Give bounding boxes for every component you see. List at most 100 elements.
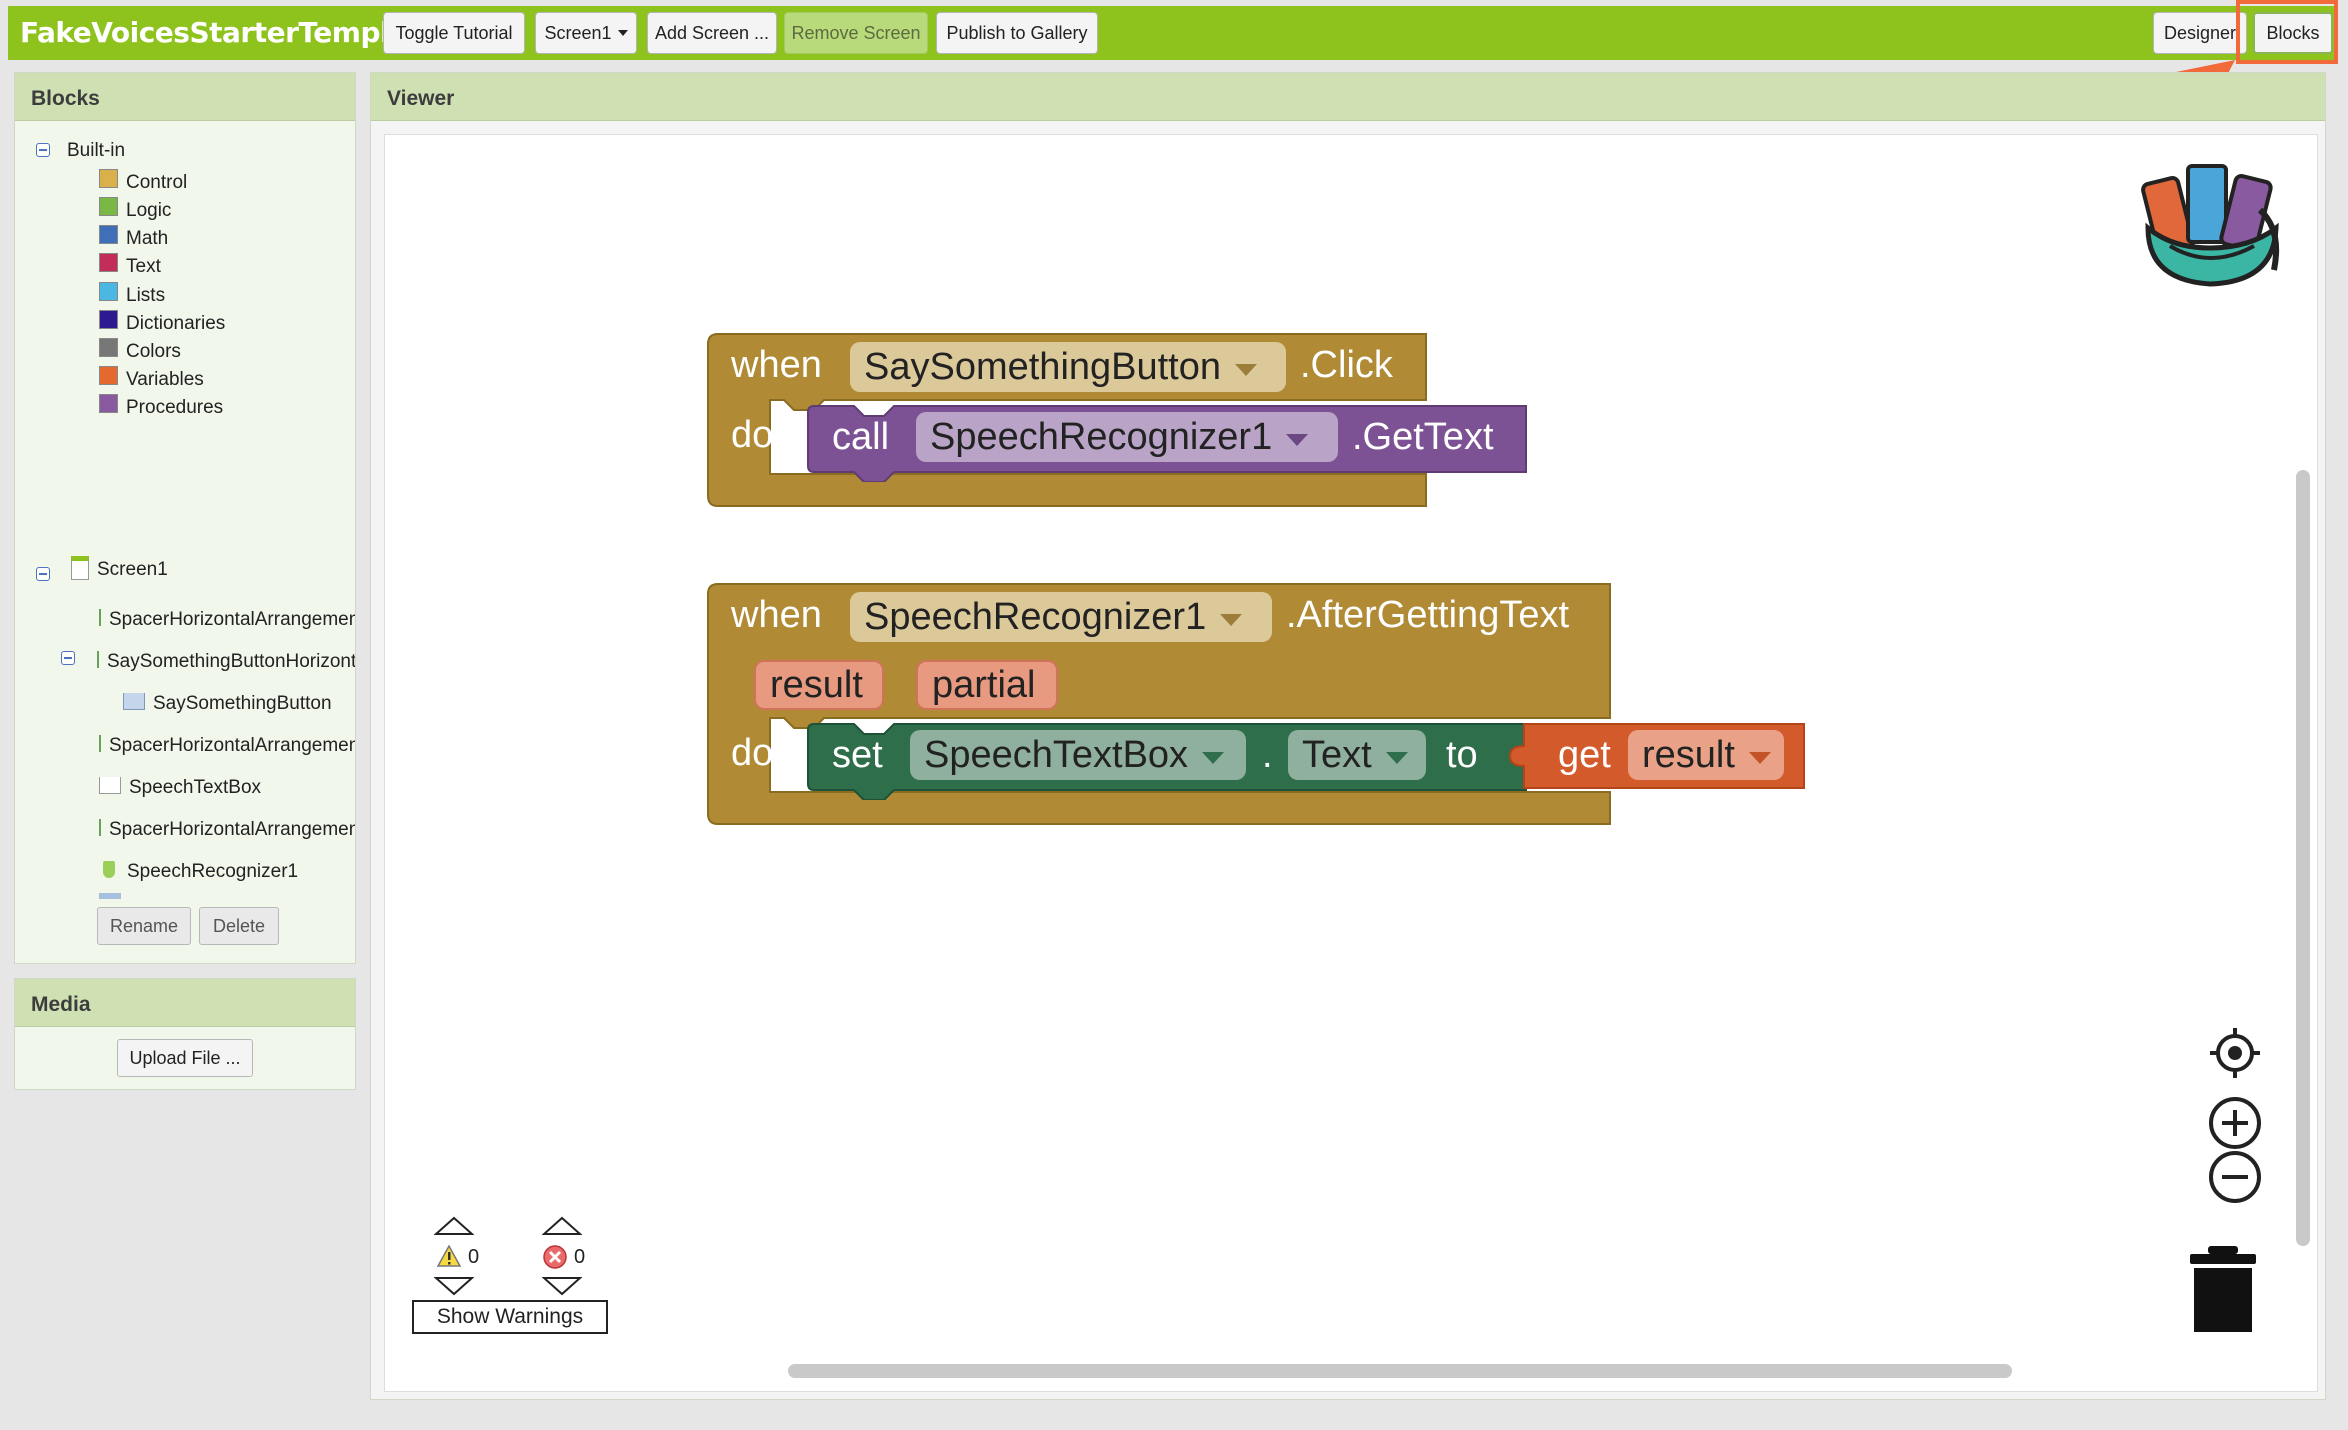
blocks-panel: Blocks Built-in Control Logic Math Text List… bbox=[14, 72, 356, 964]
component-item[interactable]: SaySomethingButton bbox=[123, 693, 355, 715]
screen-icon bbox=[71, 556, 89, 580]
drawer-label: Lists bbox=[126, 285, 166, 306]
block1-component-label: SaySomethingButton bbox=[864, 345, 1222, 388]
errors-count: 0 bbox=[574, 1246, 586, 1268]
screen-select-label: Screen1 bbox=[544, 22, 612, 43]
media-panel-title: Media bbox=[15, 979, 355, 1027]
arrangement-icon bbox=[99, 735, 101, 752]
block1-event-label: .Click bbox=[1300, 344, 1393, 386]
drawer-dictionaries[interactable]: Dictionaries bbox=[99, 309, 226, 335]
drawer-text[interactable]: Text bbox=[99, 252, 161, 278]
drawer-procedures[interactable]: Procedures bbox=[99, 393, 223, 419]
drawer-math[interactable]: Math bbox=[99, 224, 169, 250]
trash-icon[interactable] bbox=[2188, 1244, 2258, 1334]
block2-event-label: .AfterGettingText bbox=[1286, 594, 1570, 636]
chevron-down-icon bbox=[1748, 752, 1771, 764]
chevron-down-icon bbox=[1220, 614, 1243, 626]
drawer-control[interactable]: Control bbox=[99, 168, 188, 194]
block1-component-dropdown[interactable]: SaySomethingButton bbox=[850, 342, 1286, 392]
component-label: SpacerHorizontalArrangement2 bbox=[109, 735, 355, 756]
collapse-screen1-toggle[interactable] bbox=[36, 567, 50, 581]
drawer-colors[interactable]: Colors bbox=[99, 337, 181, 363]
drawer-color-swatch bbox=[99, 168, 118, 188]
block1-call-label: call bbox=[832, 416, 890, 458]
chevron-down-icon bbox=[1286, 434, 1309, 446]
param-partial[interactable]: partial bbox=[916, 660, 1058, 710]
show-warnings-button[interactable]: Show Warnings bbox=[412, 1300, 608, 1334]
block2-get-var-dropdown[interactable]: result bbox=[1628, 730, 1784, 780]
param-result[interactable]: result bbox=[754, 660, 884, 710]
blocks-panel-title: Blocks bbox=[15, 73, 355, 121]
component-item[interactable]: SpacerHorizontalArrangement1 bbox=[99, 609, 355, 631]
vertical-scrollbar[interactable] bbox=[2296, 470, 2310, 1246]
drawer-label: Variables bbox=[126, 369, 204, 390]
component-label: SpacerHorizontalArrangement3 bbox=[109, 819, 355, 840]
drawer-color-swatch bbox=[99, 252, 118, 272]
arrangement-icon bbox=[99, 609, 101, 626]
block2-set-component-dropdown[interactable]: SpeechTextBox bbox=[910, 730, 1246, 780]
drawer-color-swatch bbox=[99, 196, 118, 216]
drawer-color-swatch bbox=[99, 224, 118, 244]
component-item[interactable]: SpacerHorizontalArrangement2 bbox=[99, 735, 355, 757]
drawer-label: Logic bbox=[126, 200, 172, 221]
component-item[interactable]: SpeechTextBox bbox=[99, 777, 355, 799]
tree-screen1[interactable]: Screen1 bbox=[71, 556, 168, 582]
drawer-label: Dictionaries bbox=[126, 313, 226, 334]
upload-file-button[interactable]: Upload File ... bbox=[117, 1039, 253, 1077]
block1-method-label: .GetText bbox=[1352, 416, 1494, 458]
drawer-label: Math bbox=[126, 228, 169, 249]
prev-warning-arrow-icon[interactable] bbox=[434, 1216, 474, 1236]
drawer-color-swatch bbox=[99, 281, 118, 301]
block1-call-component-dropdown[interactable]: SpeechRecognizer1 bbox=[916, 412, 1338, 462]
zoom-in-icon[interactable] bbox=[2208, 1096, 2262, 1150]
drawer-color-swatch bbox=[99, 309, 118, 329]
drawer-color-swatch bbox=[99, 365, 118, 385]
remove-screen-button[interactable]: Remove Screen bbox=[784, 12, 928, 54]
collapse-arrangement-toggle[interactable] bbox=[61, 651, 75, 665]
component-label: SpeechTextBox bbox=[129, 777, 262, 798]
block2-to-label: to bbox=[1446, 734, 1478, 776]
block2-when-label: when bbox=[731, 594, 822, 636]
horizontal-scrollbar[interactable] bbox=[788, 1364, 2012, 1378]
toggle-tutorial-button[interactable]: Toggle Tutorial bbox=[383, 12, 525, 54]
component-item[interactable]: SaySomethingButtonHorizontalArrangement bbox=[97, 651, 355, 673]
delete-button[interactable]: Delete bbox=[199, 907, 279, 945]
textbox-icon bbox=[99, 777, 121, 794]
collapse-builtin-toggle[interactable] bbox=[36, 143, 50, 157]
viewer-title: Viewer bbox=[371, 73, 2325, 121]
arrangement-icon bbox=[99, 819, 101, 836]
component-label: SaySomethingButton bbox=[153, 693, 332, 714]
drawer-logic[interactable]: Logic bbox=[99, 196, 172, 222]
chevron-down-icon bbox=[1385, 752, 1408, 764]
drawer-color-swatch bbox=[99, 393, 118, 413]
block2-get-var-label: result bbox=[1642, 733, 1735, 776]
tree-builtin[interactable]: Built-in bbox=[67, 140, 125, 162]
backpack-icon[interactable] bbox=[2140, 150, 2286, 290]
chevron-down-icon bbox=[1235, 364, 1258, 376]
prev-error-arrow-icon[interactable] bbox=[542, 1216, 582, 1236]
screen-select-dropdown[interactable]: Screen1 bbox=[535, 12, 637, 54]
component-item[interactable]: SpeechRecognizer1 bbox=[99, 861, 355, 883]
microphone-icon bbox=[103, 861, 115, 878]
recenter-icon[interactable] bbox=[2208, 1026, 2262, 1080]
next-warning-arrow-icon[interactable] bbox=[434, 1276, 474, 1296]
partial-tree-icon bbox=[99, 893, 121, 899]
block2-property-dropdown[interactable]: Text bbox=[1288, 730, 1426, 780]
drawer-color-swatch bbox=[99, 337, 118, 357]
button-icon bbox=[123, 693, 145, 710]
publish-to-gallery-button[interactable]: Publish to Gallery bbox=[936, 12, 1098, 54]
zoom-out-icon[interactable] bbox=[2208, 1150, 2262, 1204]
designer-button[interactable]: Designer bbox=[2153, 12, 2247, 54]
component-item[interactable]: SpacerHorizontalArrangement3 bbox=[99, 819, 355, 841]
drawer-label: Control bbox=[126, 172, 188, 193]
add-screen-button[interactable]: Add Screen ... bbox=[647, 12, 777, 54]
app-title: FakeVoicesStarterTemplate bbox=[20, 16, 439, 49]
block2-get-label: get bbox=[1558, 734, 1611, 776]
drawer-lists[interactable]: Lists bbox=[99, 281, 166, 307]
chevron-down-icon bbox=[1202, 752, 1225, 764]
drawer-variables[interactable]: Variables bbox=[99, 365, 204, 391]
rename-button[interactable]: Rename bbox=[97, 907, 191, 945]
next-error-arrow-icon[interactable] bbox=[542, 1276, 582, 1296]
block2-component-dropdown[interactable]: SpeechRecognizer1 bbox=[850, 592, 1272, 642]
highlight-box bbox=[2236, 0, 2338, 64]
